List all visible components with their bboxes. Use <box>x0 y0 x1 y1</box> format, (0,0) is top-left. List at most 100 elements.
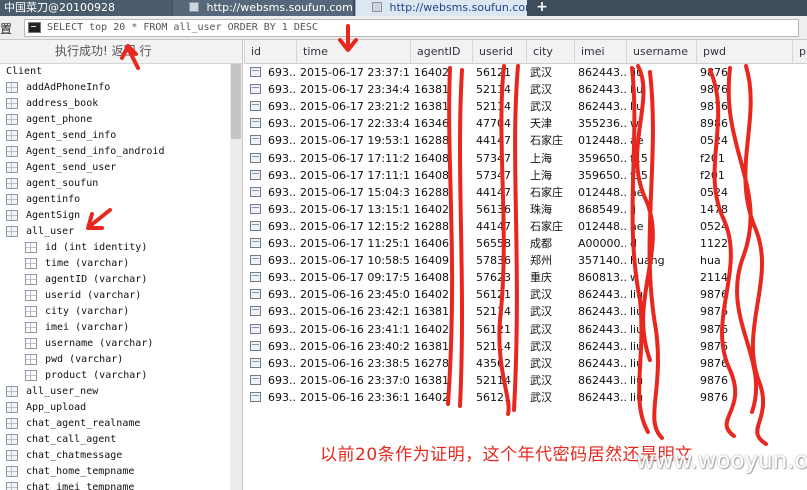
column-header[interactable]: agentID <box>410 40 472 64</box>
table-row[interactable]: 693... 2015-06-17 15:04:36 16288 44147 石家庄 01… <box>244 184 807 201</box>
table-cell: 693... <box>268 237 296 250</box>
table-row[interactable]: 693... 2015-06-16 23:41:11 16402 56121 武汉 862… <box>244 321 807 338</box>
table-cell: 16409 <box>414 254 449 268</box>
table-icon <box>6 418 18 429</box>
column-icon <box>25 274 37 285</box>
table-icon <box>6 402 18 413</box>
table-row[interactable]: 693... 2015-06-17 23:21:29 16381 52114 武汉 862… <box>244 98 807 115</box>
table-row[interactable]: 693... 2015-06-16 23:38:53 16278 43562 武汉 862… <box>244 355 807 372</box>
tree-node-label: userid (varchar) <box>45 290 142 301</box>
table-cell: 2015-06-17 12:15:23 <box>300 219 410 233</box>
column-header[interactable]: pwd <box>696 40 792 64</box>
table-row[interactable]: 693... 2015-06-17 22:33:47 16346 47704 天津 355… <box>244 115 807 132</box>
table-icon <box>6 178 18 189</box>
column-icon <box>25 338 37 349</box>
column-header[interactable]: pr <box>792 40 807 64</box>
column-icon <box>25 258 37 269</box>
table-row[interactable]: 693... 2015-06-16 23:45:08 16402 56121 武汉 862… <box>244 286 807 303</box>
row-icon <box>250 374 261 385</box>
table-cell: 862443... <box>578 66 626 79</box>
table-cell: 44147 <box>476 185 511 199</box>
tab-label: 中国菜刀@20100928 <box>4 1 115 14</box>
table-cell: 52114 <box>476 83 511 97</box>
results-grid: idtimeagentIDuseridcityimeiusernamepwdpr… <box>244 40 807 490</box>
table-cell: 9876 <box>700 305 728 319</box>
table-row[interactable]: 693... 2015-06-16 23:37:09 16381 52114 武汉 862… <box>244 372 807 389</box>
tab-websms-1[interactable]: http://websms.soufun.com/o... <box>173 0 353 16</box>
table-row[interactable]: 693... 2015-06-17 10:58:51 16409 57836 郑州 357… <box>244 252 807 269</box>
column-header[interactable]: time <box>296 40 410 64</box>
table-cell: 0524 <box>700 219 728 233</box>
tree-scrollbar-thumb[interactable] <box>231 64 241 139</box>
table-cell: d <box>630 237 637 250</box>
tree-node-label: id (int identity) <box>45 242 148 253</box>
table-icon <box>6 130 18 141</box>
table-row[interactable]: 693... 2015-06-16 23:40:24 16381 52114 武汉 862… <box>244 338 807 355</box>
table-row[interactable]: 693... 2015-06-17 23:34:43 16381 52114 武汉 862… <box>244 81 807 98</box>
new-tab-button[interactable]: + <box>535 0 549 16</box>
tab-websms-2[interactable]: http://websms.soufun.com/o... <box>355 0 527 16</box>
page-icon <box>189 2 199 12</box>
table-cell: 693... <box>268 373 296 387</box>
tab-label: http://websms.soufun.com/o... <box>389 1 528 14</box>
table-cell: 16288 <box>414 185 449 199</box>
table-cell: f201 <box>700 151 725 165</box>
column-header[interactable]: id <box>244 40 296 64</box>
table-cell: 57623 <box>476 271 511 285</box>
table-row[interactable]: 693... 2015-06-17 23:37:12 16402 56121 武汉 862… <box>244 64 807 81</box>
tree-node-label: product (varchar) <box>45 370 148 381</box>
table-row[interactable]: 693... 2015-06-17 09:17:50 16408 57623 重庆 860… <box>244 269 807 286</box>
table-cell: 52114 <box>476 305 511 319</box>
tree-scrollbar[interactable] <box>230 64 242 490</box>
table-cell: 石家庄 <box>530 185 563 199</box>
table-cell: 2015-06-16 23:42:11 <box>300 305 410 319</box>
row-icon <box>250 169 261 180</box>
column-header[interactable]: username <box>626 40 696 64</box>
table-cell: 693... <box>268 202 296 216</box>
table-cell: 355236... <box>578 117 626 131</box>
table-cell: 2015-06-16 23:38:53 <box>300 356 410 370</box>
row-icon <box>250 391 261 402</box>
sql-query-input[interactable]: SELECT top 20 * FROM all_user ORDER BY 1… <box>24 19 799 37</box>
row-icon <box>250 220 261 231</box>
table-row[interactable]: 693... 2015-06-17 17:11:15 16408 57347 上海 359… <box>244 167 807 184</box>
tab-bar: 中国菜刀@20100928 http://websms.soufun.com/o… <box>0 0 807 16</box>
table-row[interactable]: 693... 2015-06-17 12:15:23 16288 44147 石家庄 01… <box>244 218 807 235</box>
tree-node-label: agent_soufun <box>26 178 99 189</box>
column-header[interactable]: city <box>526 40 574 64</box>
table-cell: 武汉 <box>530 339 552 353</box>
tree-node-label: time (varchar) <box>45 258 130 269</box>
column-header[interactable]: imei <box>574 40 626 64</box>
table-cell: 2015-06-16 23:41:11 <box>300 322 410 336</box>
table-row[interactable]: 693... 2015-06-17 13:15:18 16402 56136 珠海 868… <box>244 201 807 218</box>
table-row[interactable]: 693... 2015-06-17 17:11:20 16408 57347 上海 359… <box>244 150 807 167</box>
table-row[interactable]: 693... 2015-06-16 23:36:16 16402 56121 武汉 862… <box>244 389 807 406</box>
table-row[interactable]: 693... 2015-06-16 23:42:11 16381 52114 武汉 862… <box>244 303 807 320</box>
tree-node-label: all_user <box>26 226 75 237</box>
table-cell: 693... <box>268 151 296 165</box>
table-cell: 重庆 <box>530 271 552 285</box>
row-icon <box>250 186 261 197</box>
table-cell: 862443... <box>578 390 626 404</box>
table-cell: 2015-06-17 23:21:29 <box>300 100 410 114</box>
tree-node-label: Agent_send_info <box>26 130 117 141</box>
table-row[interactable]: 693... 2015-06-17 19:53:12 16288 44147 石家庄 01… <box>244 132 807 149</box>
tree-node-label: imei (varchar) <box>45 322 130 333</box>
column-icon <box>25 242 37 253</box>
tab-caidao[interactable]: 中国菜刀@20100928 <box>0 0 172 16</box>
table-row[interactable]: 693... 2015-06-17 11:25:16 16406 56558 成都 A00… <box>244 235 807 252</box>
column-icon <box>25 370 37 381</box>
table-cell: 862443... <box>578 322 626 336</box>
tree-node-label: chat_agent_realname <box>26 418 141 429</box>
table-cell: 693... <box>268 66 296 79</box>
column-header[interactable]: userid <box>472 40 526 64</box>
table-icon <box>6 210 18 221</box>
table-icon <box>6 82 18 93</box>
table-cell: 693... <box>268 305 296 319</box>
table-cell: 2015-06-17 13:15:18 <box>300 202 410 216</box>
table-cell: 693... <box>268 168 296 182</box>
table-cell: 天津 <box>530 117 552 131</box>
table-cell: 16288 <box>414 134 449 148</box>
table-cell: 693... <box>268 288 296 302</box>
table-cell: 57836 <box>476 254 511 268</box>
